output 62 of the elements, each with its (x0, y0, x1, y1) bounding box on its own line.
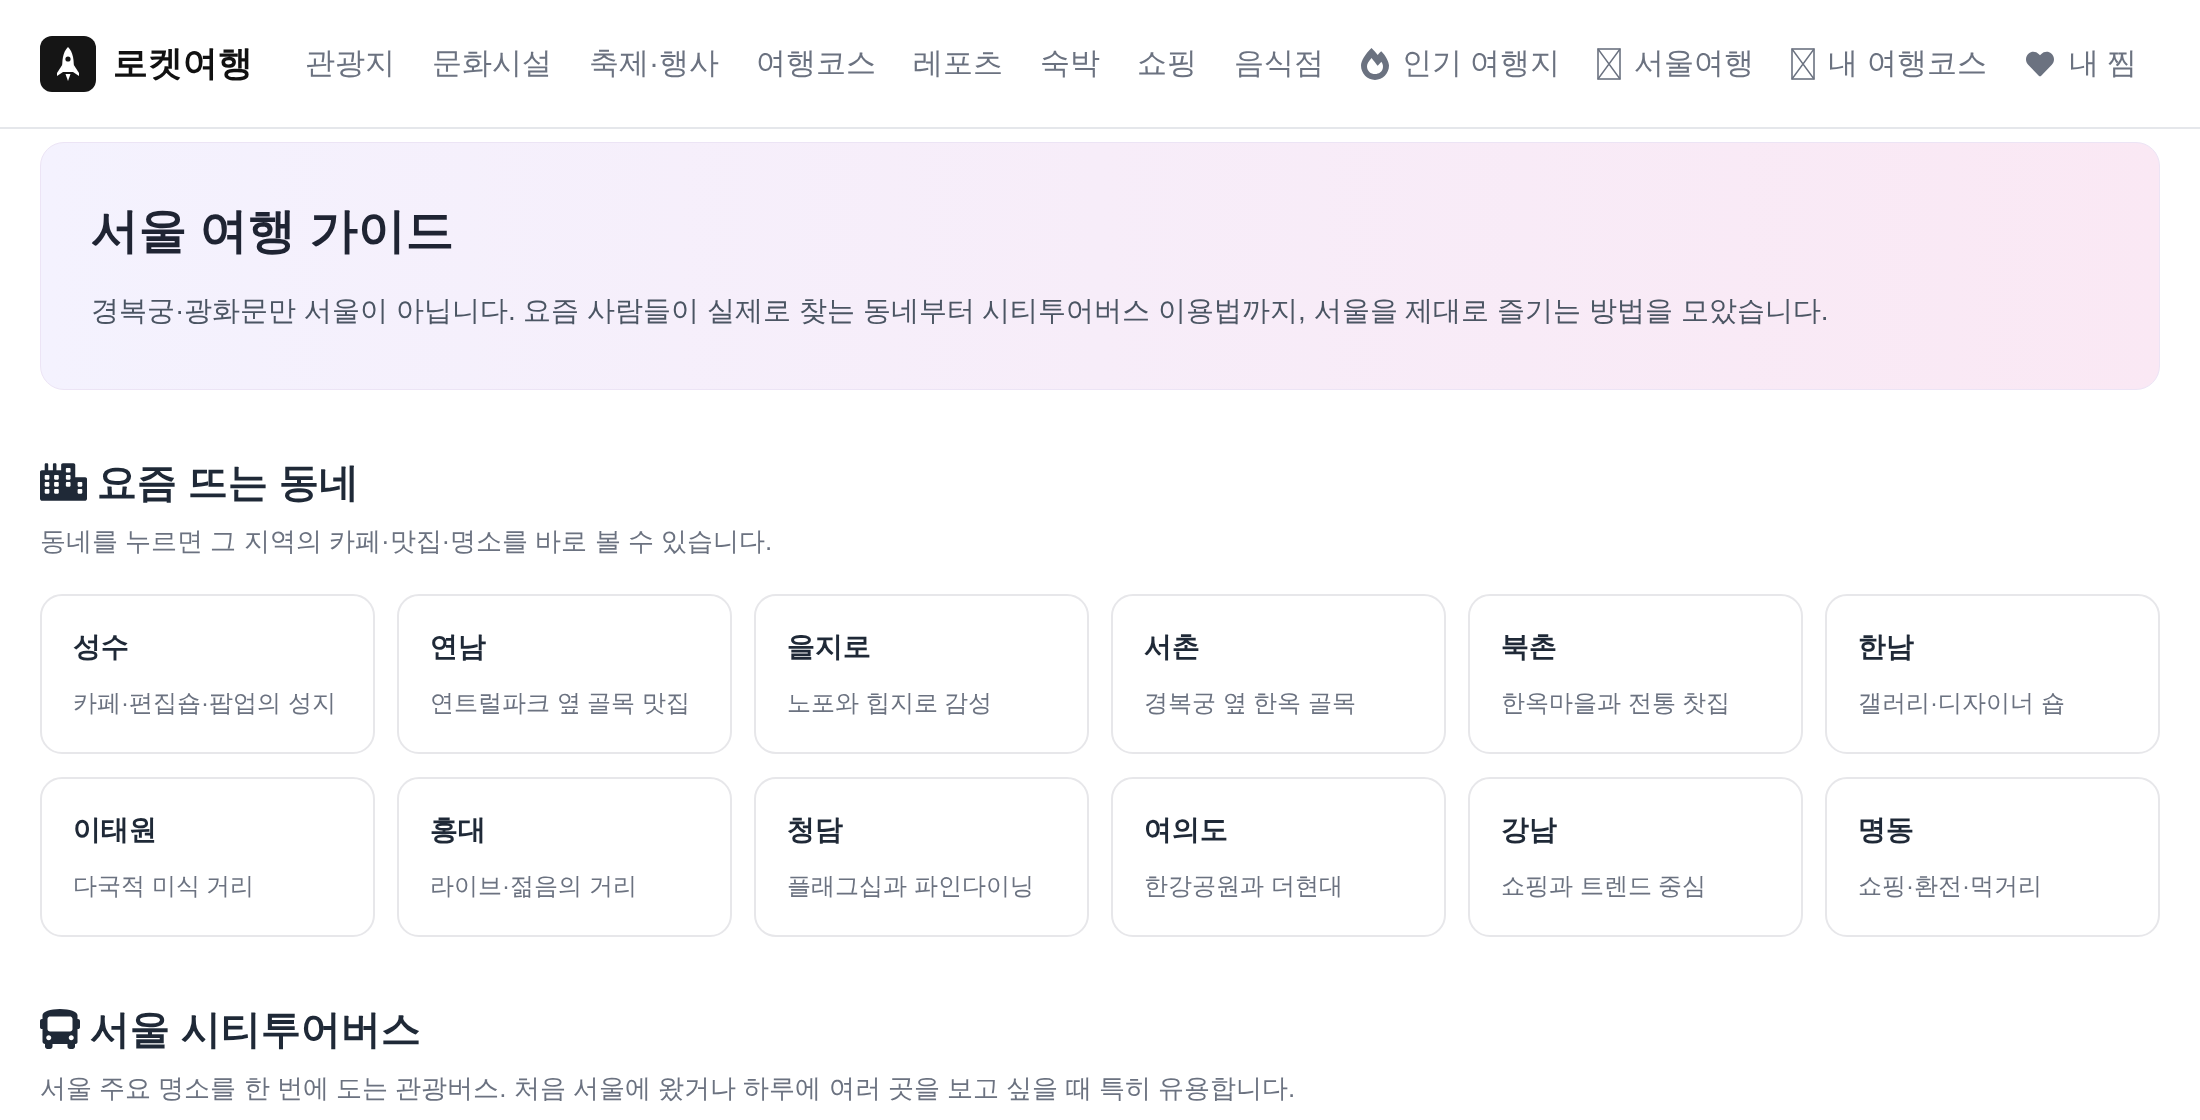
neighborhood-name: 강남 (1501, 813, 1558, 847)
neighborhood-name: 이태원 (73, 813, 158, 847)
heart-icon (2023, 49, 2056, 78)
neighborhood-description: 다국적 미식 거리 (73, 871, 256, 901)
neighborhood-description: 카페·편집숍·팝업의 성지 (73, 688, 337, 718)
nav-link[interactable]: 숙박 (1040, 43, 1100, 84)
neighborhood-description: 쇼핑·환전·먹거리 (1858, 871, 2043, 901)
rocket-icon (40, 35, 96, 92)
neighborhood-name: 연남 (430, 630, 487, 664)
section-title: 서울 시티투어버스 (90, 1006, 422, 1053)
neighborhood-card[interactable]: 명동 쇼핑·환전·먹거리 (1825, 777, 2160, 937)
neighborhood-description: 쇼핑과 트렌드 중심 (1501, 871, 1708, 901)
neighborhood-card[interactable]: 청담 플래그십과 파인다이닝 (754, 777, 1089, 937)
neighborhood-name: 청담 (787, 813, 844, 847)
nav-link[interactable]: 인기 여행지 (1361, 43, 1561, 84)
neighborhood-card[interactable]: 성수 카페·편집숍·팝업의 성지 (40, 594, 375, 754)
nav-link[interactable]: 내 찜 (2023, 43, 2138, 84)
nav-link[interactable]: 음식점 (1234, 43, 1324, 84)
neighborhood-description: 한강공원과 더현대 (1144, 871, 1344, 901)
neighborhood-description: 연트럴파크 옆 골목 맛집 (430, 688, 691, 718)
fire-icon (1361, 46, 1389, 81)
neighborhood-name: 을지로 (787, 630, 872, 664)
nav-link[interactable]: 여행코스 (756, 43, 876, 84)
nav-link[interactable]: 쇼핑 (1137, 43, 1197, 84)
nav-link[interactable]: 내 여행코스 (1791, 43, 1987, 84)
crossed-box-icon (1597, 47, 1622, 80)
neighborhood-description: 플래그십과 파인다이닝 (787, 871, 1035, 901)
bus-icon (40, 1009, 80, 1049)
neighborhood-description: 한옥마을과 전통 찻집 (1501, 688, 1732, 718)
nav-link[interactable]: 관광지 (305, 43, 395, 84)
neighborhood-description: 라이브·젊음의 거리 (430, 871, 638, 901)
city-buildings-icon (40, 463, 87, 501)
crossed-box-icon (1791, 47, 1816, 80)
nav-link[interactable]: 축제·행사 (589, 43, 719, 84)
neighborhood-name: 북촌 (1501, 630, 1558, 664)
neighborhood-card[interactable]: 이태원 다국적 미식 거리 (40, 777, 375, 937)
section-title: 요즘 뜨는 동네 (97, 459, 360, 506)
neighborhood-card[interactable]: 여의도 한강공원과 더현대 (1111, 777, 1446, 937)
neighborhood-card[interactable]: 한남 갤러리·디자이너 숍 (1825, 594, 2160, 754)
section-subtitle: 서울 주요 명소를 한 번에 도는 관광버스. 처음 서울에 왔거나 하루에 여러 곳을 보고 싶을 때 특히 유용합니다. (40, 1072, 1297, 1105)
neighborhood-name: 성수 (73, 630, 130, 664)
nav-link[interactable]: 서울여행 (1597, 43, 1755, 84)
neighborhood-description: 노포와 힙지로 감성 (787, 688, 994, 718)
neighborhood-card[interactable]: 연남 연트럴파크 옆 골목 맛집 (397, 594, 732, 754)
hero-title: 서울 여행 가이드 (91, 203, 455, 259)
neighborhood-name: 한남 (1858, 630, 1915, 664)
neighborhood-name: 명동 (1858, 813, 1915, 847)
brand-logo-link[interactable]: 로켓여행 (40, 35, 253, 92)
hero-description: 경복궁·광화문만 서울이 아닙니다. 요즘 사람들이 실제로 찾는 동네부터 시티투어버스 이용법까지, 서울을 제대로 즐기는 방법을 모았습니다. (91, 294, 1830, 328)
neighborhood-card[interactable]: 서촌 경복궁 옆 한옥 골목 (1111, 594, 1446, 754)
neighborhood-name: 여의도 (1144, 813, 1229, 847)
neighborhood-card[interactable]: 북촌 한옥마을과 전통 찻집 (1468, 594, 1803, 754)
neighborhood-name: 서촌 (1144, 630, 1201, 664)
neighborhood-card[interactable]: 을지로 노포와 힙지로 감성 (754, 594, 1089, 754)
section-subtitle: 동네를 누르면 그 지역의 카페·맛집·명소를 바로 볼 수 있습니다. (40, 525, 774, 558)
nav-link[interactable]: 레포츠 (913, 43, 1003, 84)
neighborhood-description: 경복궁 옆 한옥 골목 (1144, 688, 1357, 718)
neighborhood-description: 갤러리·디자이너 숍 (1858, 688, 2066, 718)
nav-link[interactable]: 문화시설 (432, 43, 552, 84)
neighborhood-card[interactable]: 강남 쇼핑과 트렌드 중심 (1468, 777, 1803, 937)
neighborhood-name: 홍대 (430, 813, 487, 847)
neighborhood-card[interactable]: 홍대 라이브·젊음의 거리 (397, 777, 732, 937)
